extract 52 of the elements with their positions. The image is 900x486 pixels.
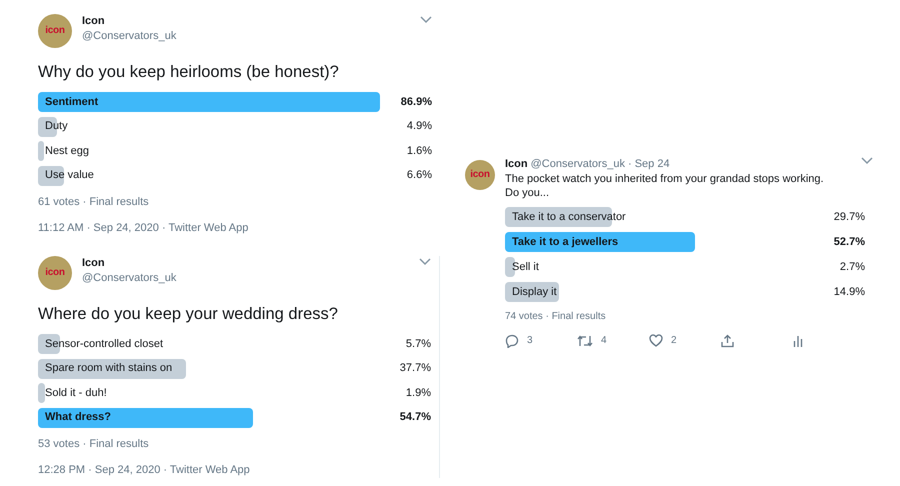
author-name[interactable]: Icon [82, 256, 419, 271]
option-label: Sentiment [44, 94, 98, 110]
option-label: Spare room with stains on [44, 361, 172, 376]
question-text: Why do you keep heirlooms (be honest)? [38, 62, 340, 82]
chevron-down-icon[interactable] [419, 258, 431, 266]
percent-text: 5.7% [406, 336, 431, 352]
author-handle[interactable]: @Conservators_uk [82, 29, 420, 44]
option-label: Take it to a conservator [511, 210, 626, 225]
option-label: Use value [44, 168, 94, 184]
percent-text: 1.9% [406, 386, 431, 401]
tweet-text: The pocket watch you inherited from your grandad stops working. Do you... [505, 172, 825, 200]
percent-text: 4.9% [406, 119, 432, 134]
heart-icon[interactable] [649, 334, 663, 347]
action-count: 4 [601, 334, 607, 348]
percent-text: 14.9% [834, 284, 865, 300]
question-text: Where do you keep your wedding dress? [38, 304, 339, 324]
action-count: 3 [527, 334, 533, 348]
percent-text: 52.7% [834, 234, 865, 250]
chevron-down-icon[interactable] [420, 16, 432, 24]
percent-text: 54.7% [400, 410, 431, 426]
timestamp[interactable]: 11:12 AM · Sep 24, 2020 · Twitter Web App [38, 220, 432, 236]
author-name[interactable]: Icon [82, 14, 420, 29]
option-label: Duty [44, 119, 68, 134]
timestamp[interactable]: 12:28 PM · Sep 24, 2020 · Twitter Web App [38, 462, 431, 478]
option-label: Sold it - duh! [44, 386, 107, 401]
logo-text: icon [470, 170, 490, 180]
chevron-down-icon[interactable] [861, 157, 873, 165]
vote-summary: 74 votes · Final results [505, 310, 607, 324]
analytics-icon[interactable] [793, 334, 803, 346]
author-name[interactable]: Icon [505, 157, 528, 172]
vote-summary: 61 votes · Final results [38, 194, 150, 210]
percent-text: 6.6% [406, 168, 432, 184]
percent-text: 1.6% [406, 144, 432, 159]
logo-text: icon [45, 26, 65, 36]
percent-text: 37.7% [400, 361, 431, 376]
author-handle[interactable]: @Conservators_uk [82, 271, 419, 286]
option-label: Sell it [511, 260, 539, 275]
vote-summary: 53 votes · Final results [38, 436, 150, 452]
option-label: What dress? [44, 410, 112, 426]
option-label: Take it to a jewellers [511, 234, 618, 250]
share-icon[interactable] [721, 334, 734, 348]
option-label: Nest egg [44, 144, 90, 159]
percent-text: 86.9% [400, 94, 432, 110]
action-count: 2 [671, 334, 677, 348]
option-label: Sensor-controlled closet [44, 336, 164, 352]
percent-text: 29.7% [834, 210, 865, 225]
speech-bubble-icon[interactable] [505, 334, 519, 348]
logo-text: icon [45, 268, 65, 278]
author-handle[interactable]: @Conservators_uk · Sep 24 [530, 157, 861, 172]
percent-text: 2.7% [840, 260, 865, 275]
option-label: Display it [511, 284, 557, 300]
retweet-icon[interactable] [577, 334, 593, 348]
